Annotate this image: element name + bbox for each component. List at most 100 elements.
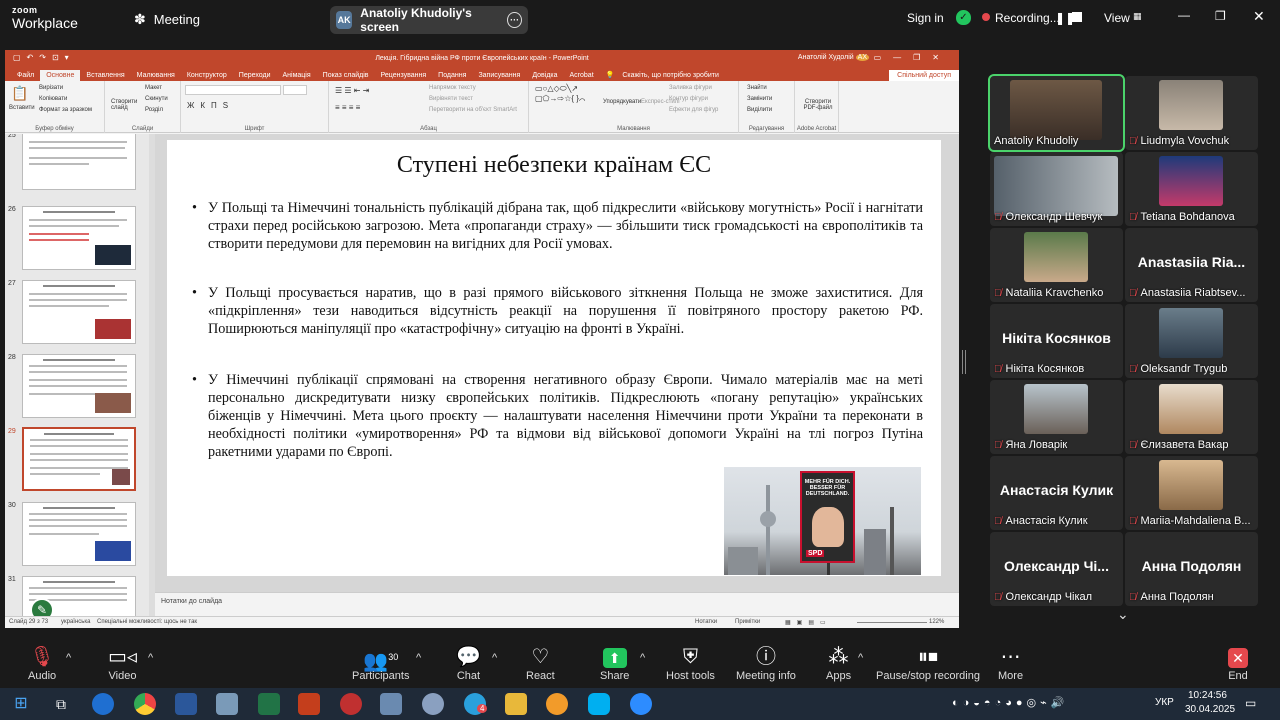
participant-tile[interactable]: Нікіта Косянков 🎙̸ Нікіта Косянков: [990, 304, 1123, 378]
end-meeting-button[interactable]: ✕ End: [1228, 644, 1248, 682]
slide-thumbnails-pane[interactable]: 25 26 27 28 29 30 31: [5, 134, 155, 618]
tab-insert[interactable]: Вставлення: [80, 70, 130, 81]
audio-button[interactable]: 🎙 Audio: [28, 644, 56, 682]
tab-acrobat[interactable]: Acrobat: [564, 70, 600, 81]
slide-thumbnail[interactable]: [22, 502, 136, 566]
sign-in-button[interactable]: Sign in: [907, 11, 944, 25]
share-chevron-icon[interactable]: ^: [640, 652, 645, 664]
tell-me-search[interactable]: 💡 Скажіть, що потрібно зробити: [600, 69, 731, 81]
paste-button[interactable]: Вставити: [9, 105, 35, 111]
tab-view[interactable]: Подання: [432, 70, 472, 81]
current-slide[interactable]: Ступені небезпеки країнам ЄС У Польщі та…: [167, 140, 941, 576]
tab-animations[interactable]: Анімація: [277, 70, 317, 81]
replace-button[interactable]: Замінити: [747, 96, 772, 102]
app-icon[interactable]: [216, 693, 238, 715]
chat-button[interactable]: 💬 Chat: [456, 644, 481, 682]
participant-tile[interactable]: Anastasiia Ria... 🎙̸ Anastasiia Riabtsev.…: [1125, 228, 1258, 302]
clock-date[interactable]: 30.04.2025: [1185, 704, 1235, 715]
font-name-select[interactable]: [185, 85, 281, 95]
notes-button[interactable]: Нотатки: [695, 619, 717, 625]
tab-record[interactable]: Записування: [472, 70, 526, 81]
ppt-window-controls[interactable]: ▭—❐✕: [874, 53, 951, 62]
video-button[interactable]: ▭◃ Video: [108, 644, 137, 682]
shape-effects-button[interactable]: Ефекти для фігур: [669, 107, 718, 113]
app-icon[interactable]: [380, 693, 402, 715]
meeting-info-button[interactable]: ⓘ Meeting info: [736, 644, 796, 682]
participant-tile[interactable]: 🎙̸ Олександр Шевчук: [990, 152, 1123, 226]
list-icons[interactable]: ☰ ☰ ⇤ ⇥: [335, 86, 369, 95]
zoom-slider[interactable]: [857, 622, 927, 623]
shape-outline-button[interactable]: Контур фігури: [669, 96, 708, 102]
comments-button[interactable]: Примітки: [735, 619, 760, 625]
slide-notes-pane[interactable]: Нотатки до слайда: [155, 592, 959, 616]
react-button[interactable]: ♡ React: [526, 644, 555, 682]
skype-icon[interactable]: [588, 693, 610, 715]
task-view-icon[interactable]: ⧉: [50, 693, 72, 715]
section-button[interactable]: Розділ: [145, 107, 163, 113]
tab-slideshow[interactable]: Показ слайдів: [317, 70, 375, 81]
tab-home[interactable]: Основне: [40, 70, 81, 81]
excel-icon[interactable]: [258, 693, 280, 715]
apps-button[interactable]: ⁂ Apps: [826, 644, 851, 682]
screen-share-indicator[interactable]: AK Anatoliy Khudoliy's screen ···: [330, 6, 528, 34]
arrange-button[interactable]: Упорядкувати: [603, 99, 641, 105]
zoom-level[interactable]: 122%: [929, 619, 944, 625]
paste-icon[interactable]: 📋: [11, 85, 28, 102]
ppt-user[interactable]: Анатолій Худолій АХ: [798, 54, 869, 61]
reset-button[interactable]: Скинути: [145, 96, 168, 102]
tab-review[interactable]: Рецензування: [375, 70, 433, 81]
view-button[interactable]: View: [1104, 11, 1130, 25]
system-tray-icons[interactable]: ◐◑◒◓◔◕●◎⌁🔊: [952, 696, 1068, 709]
app-icon[interactable]: [422, 693, 444, 715]
chrome-icon[interactable]: [134, 693, 156, 715]
participants-chevron-icon[interactable]: ^: [416, 652, 421, 664]
select-button[interactable]: Виділити: [747, 107, 772, 113]
apps-chevron-icon[interactable]: ^: [858, 652, 863, 664]
create-pdf-button[interactable]: Створити PDF-файл: [801, 99, 835, 111]
stop-recording-icon[interactable]: [1072, 12, 1082, 22]
close-icon[interactable]: ✕: [1253, 8, 1265, 25]
participant-tile[interactable]: 🎙̸ Tetiana Bohdanova: [1125, 152, 1258, 226]
ppt-share-button[interactable]: Спільний доступ: [889, 70, 959, 81]
language-indicator[interactable]: українська: [61, 619, 91, 625]
app-icon[interactable]: [340, 693, 362, 715]
align-text-button[interactable]: Вирівняти текст: [429, 96, 473, 102]
more-options-icon[interactable]: ···: [507, 12, 522, 28]
share-screen-button[interactable]: ⬆ Share: [600, 644, 629, 682]
participant-tile[interactable]: 🎙̸ Mariia-Mahdaliena B...: [1125, 456, 1258, 530]
windows-start-icon[interactable]: ⊞: [10, 693, 32, 715]
shield-icon[interactable]: ✓: [956, 10, 971, 25]
video-chevron-icon[interactable]: ^: [148, 652, 153, 664]
chat-chevron-icon[interactable]: ^: [492, 652, 497, 664]
participant-tile[interactable]: Анастасія Кулик 🎙̸ Анастасія Кулик: [990, 456, 1123, 530]
tab-transitions[interactable]: Переходи: [233, 70, 277, 81]
text-direction-button[interactable]: Напрямок тексту: [429, 85, 476, 91]
slide-thumbnail[interactable]: [22, 206, 136, 270]
chevron-down-icon[interactable]: ⌄: [1117, 606, 1129, 623]
new-slide-button[interactable]: Створити слайд: [111, 99, 137, 111]
pause-stop-recording-button[interactable]: ⏸⏹ Pause/stop recording: [876, 644, 980, 682]
view-mode-icons[interactable]: ▦▣▤▭: [785, 619, 832, 626]
font-style-buttons[interactable]: ЖКПS: [187, 101, 234, 110]
participant-tile[interactable]: 🎙̸ Яна Ловарік: [990, 380, 1123, 454]
slide-thumbnail[interactable]: [22, 280, 136, 344]
app-icon[interactable]: [92, 693, 114, 715]
audio-chevron-icon[interactable]: ^: [66, 652, 71, 664]
participant-tile[interactable]: Анна Подолян 🎙̸ Анна Подолян: [1125, 532, 1258, 606]
accessibility-status[interactable]: Спеціальні можливості: щось не так: [97, 619, 197, 625]
participant-tile[interactable]: Anatoliy Khudoliy: [988, 74, 1125, 152]
participants-button[interactable]: 👥30 Participants: [352, 644, 409, 682]
participant-tile[interactable]: 🎙̸ Oleksandr Trygub: [1125, 304, 1258, 378]
view-grid-icon[interactable]: ▦: [1133, 11, 1142, 22]
minimize-icon[interactable]: —: [1178, 8, 1190, 22]
shape-fill-button[interactable]: Заливка фігури: [669, 85, 712, 91]
shapes-gallery[interactable]: ▭○△◇⬭╲↗ ▢⬠→⇨☆{ }⌒: [535, 84, 601, 104]
clock-time[interactable]: 10:24:56: [1188, 690, 1227, 701]
restore-icon[interactable]: ❐: [1215, 9, 1226, 23]
smartart-button[interactable]: Перетворити на об'єкт SmartArt: [429, 107, 517, 113]
layout-button[interactable]: Макет: [145, 85, 162, 91]
copy-button[interactable]: Копіювати: [39, 96, 67, 102]
tab-draw[interactable]: Малювання: [131, 70, 181, 81]
slide-thumbnail-selected[interactable]: [22, 427, 136, 491]
tab-file[interactable]: Файл: [11, 70, 40, 81]
